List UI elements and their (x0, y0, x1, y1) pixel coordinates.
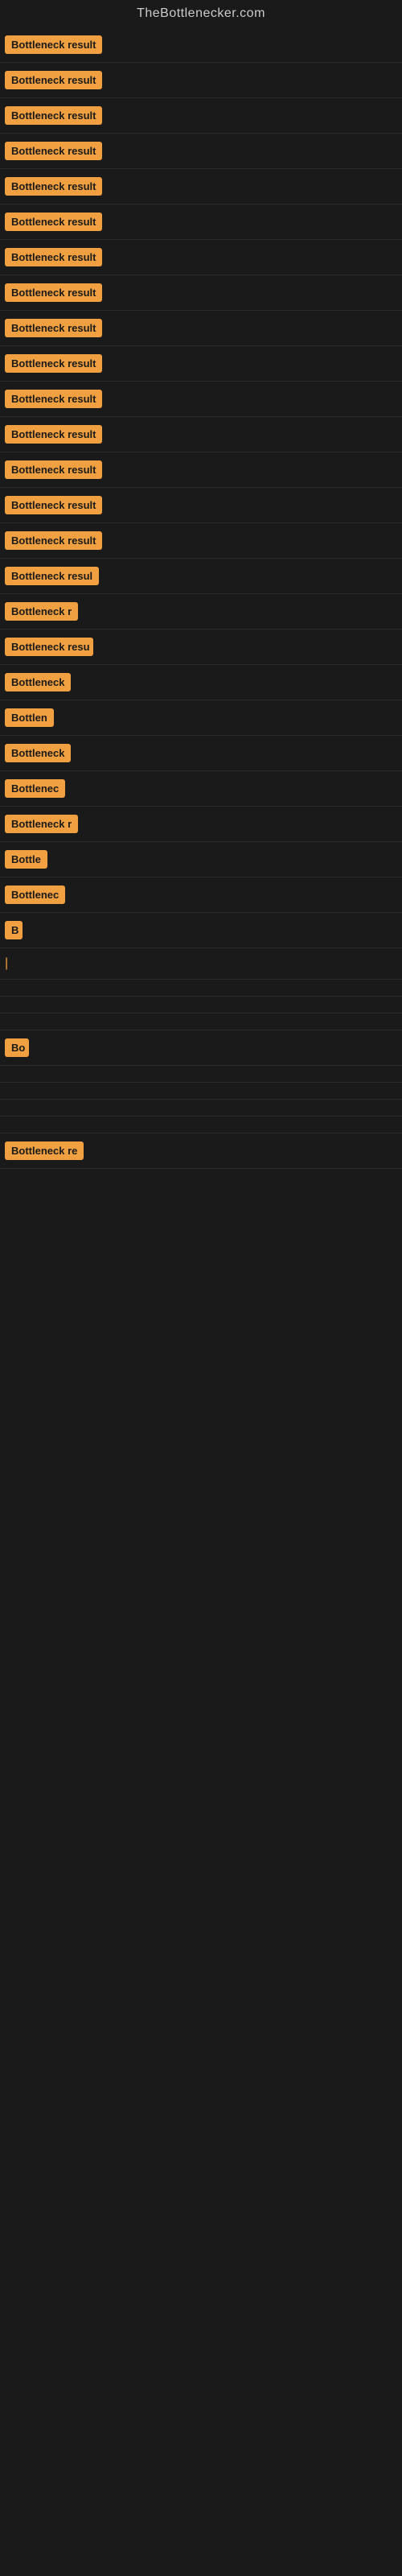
table-row: Bottleneck result (0, 63, 402, 98)
bottleneck-badge[interactable]: Bo (5, 1038, 29, 1057)
table-row: Bottleneck result (0, 452, 402, 488)
table-row: Bottleneck result (0, 488, 402, 523)
bottleneck-badge[interactable]: Bottleneck resu (5, 638, 93, 656)
bottleneck-badge[interactable]: Bottleneck result (5, 460, 102, 479)
bottleneck-badge[interactable]: Bottleneck result (5, 390, 102, 408)
bottleneck-badge[interactable]: Bottle (5, 850, 47, 869)
table-row: Bottleneck (0, 665, 402, 700)
bottleneck-badge[interactable]: Bottleneck result (5, 531, 102, 550)
table-row: Bottleneck r (0, 807, 402, 842)
bottleneck-badge[interactable]: Bottleneck result (5, 213, 102, 231)
bottleneck-badge[interactable]: Bottleneck (5, 673, 71, 691)
bottleneck-badge[interactable]: Bottleneck result (5, 319, 102, 337)
site-title: TheBottlenecker.com (0, 0, 402, 27)
bottleneck-badge[interactable]: Bottleneck result (5, 425, 102, 444)
bottleneck-badge[interactable]: Bottleneck result (5, 496, 102, 514)
bottleneck-badge[interactable]: Bottleneck r (5, 815, 78, 833)
table-row: Bottleneck resu (0, 630, 402, 665)
table-row: Bottleneck result (0, 311, 402, 346)
table-row: Bottleneck result (0, 275, 402, 311)
bottleneck-badge[interactable]: Bottleneck result (5, 177, 102, 196)
bottleneck-badge[interactable]: Bottlenec (5, 886, 65, 904)
table-row: Bottleneck result (0, 240, 402, 275)
table-row: Bottleneck r (0, 594, 402, 630)
bottleneck-badge[interactable]: Bottlen (5, 708, 54, 727)
bottleneck-badge[interactable]: Bottleneck result (5, 35, 102, 54)
bottleneck-badge[interactable]: Bottleneck resul (5, 567, 99, 585)
table-row: | (0, 948, 402, 980)
bottleneck-badge[interactable]: Bottleneck result (5, 283, 102, 302)
table-row: Bottleneck result (0, 417, 402, 452)
bottleneck-badge[interactable]: Bottleneck result (5, 106, 102, 125)
table-row: Bottleneck result (0, 523, 402, 559)
table-row (0, 980, 402, 997)
table-row: Bottleneck result (0, 346, 402, 382)
table-row (0, 1066, 402, 1083)
bottleneck-badge[interactable]: Bottleneck result (5, 248, 102, 266)
table-row: Bottleneck re (0, 1133, 402, 1169)
table-row: Bottleneck result (0, 169, 402, 204)
bottleneck-badge[interactable]: Bottleneck re (5, 1141, 84, 1160)
table-row: Bottleneck result (0, 98, 402, 134)
table-row: B (0, 913, 402, 948)
table-row (0, 1100, 402, 1117)
rows-container: Bottleneck result Bottleneck result Bottle… (0, 27, 402, 1169)
table-row: Bottleneck result (0, 27, 402, 63)
bottleneck-badge[interactable]: Bottleneck r (5, 602, 78, 621)
table-row: Bottlenec (0, 771, 402, 807)
bottleneck-badge[interactable]: Bottleneck (5, 744, 71, 762)
bottleneck-badge[interactable]: Bottleneck result (5, 71, 102, 89)
bottleneck-badge[interactable]: B (5, 921, 23, 939)
table-row: Bottleneck result (0, 382, 402, 417)
cursor-indicator: | (5, 956, 8, 971)
table-row: Bottleneck (0, 736, 402, 771)
table-row (0, 997, 402, 1013)
table-row: Bottlen (0, 700, 402, 736)
table-row: Bottleneck resul (0, 559, 402, 594)
table-row: Bo (0, 1030, 402, 1066)
site-title-container: TheBottlenecker.com (0, 0, 402, 27)
table-row (0, 1083, 402, 1100)
bottleneck-badge[interactable]: Bottleneck result (5, 354, 102, 373)
table-row (0, 1013, 402, 1030)
table-row: Bottlenec (0, 877, 402, 913)
table-row: Bottleneck result (0, 204, 402, 240)
bottleneck-badge[interactable]: Bottleneck result (5, 142, 102, 160)
bottleneck-badge[interactable]: Bottlenec (5, 779, 65, 798)
table-row (0, 1117, 402, 1133)
table-row: Bottleneck result (0, 134, 402, 169)
table-row: Bottle (0, 842, 402, 877)
